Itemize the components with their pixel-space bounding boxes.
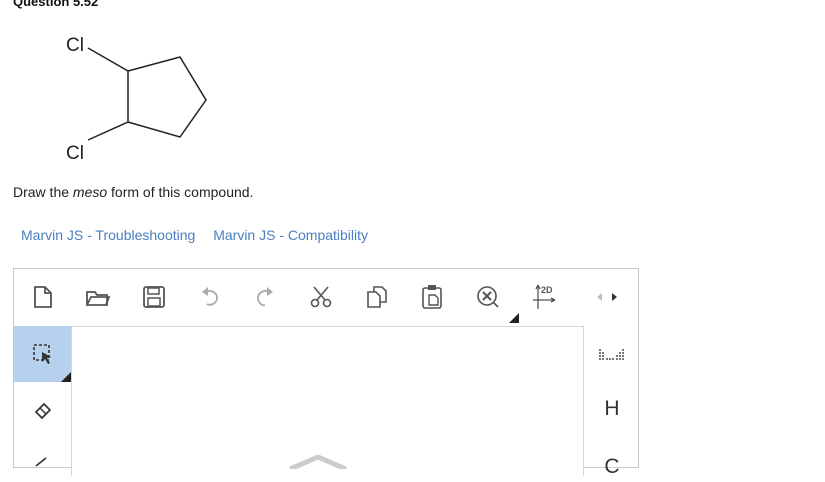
element-c-button[interactable]: C bbox=[585, 452, 639, 482]
question-prompt: Draw the meso form of this compound. bbox=[13, 184, 253, 200]
bond-tool-button[interactable] bbox=[14, 438, 71, 468]
paste-icon bbox=[422, 285, 442, 309]
periodic-table-icon bbox=[599, 349, 624, 360]
structure-image: Cl Cl bbox=[66, 35, 207, 164]
scroll-arrows-icon bbox=[597, 293, 617, 301]
paste-button[interactable] bbox=[416, 281, 448, 313]
cut-button[interactable] bbox=[305, 281, 337, 313]
eraser-icon bbox=[34, 402, 51, 420]
prompt-text-start: Draw the bbox=[13, 184, 73, 200]
clear-icon bbox=[477, 286, 499, 308]
copy-button[interactable] bbox=[361, 281, 393, 313]
chlorine-top-label: Cl bbox=[66, 35, 84, 56]
right-toolbar: H C bbox=[585, 326, 639, 478]
clear-button[interactable] bbox=[472, 281, 504, 313]
help-links: Marvin JS - Troubleshooting Marvin JS - … bbox=[21, 227, 382, 243]
toolbar-scroll[interactable] bbox=[593, 281, 621, 313]
redo-icon bbox=[256, 287, 273, 307]
clean-2d-button[interactable]: 2D bbox=[530, 281, 562, 313]
bond-icon bbox=[34, 457, 47, 467]
cyclopentane-ring bbox=[87, 47, 207, 141]
cut-icon bbox=[310, 286, 332, 308]
copy-icon bbox=[367, 286, 387, 308]
question-title: Question 5.52 bbox=[13, 0, 99, 9]
prompt-emphasis: meso bbox=[72, 184, 108, 200]
template-preview-icon bbox=[289, 455, 347, 469]
left-toolbar bbox=[14, 326, 71, 476]
redo-button[interactable] bbox=[249, 281, 281, 313]
clean-2d-icon: 2D bbox=[533, 284, 556, 309]
bond-cl-top bbox=[87, 47, 129, 72]
undo-button[interactable] bbox=[194, 281, 226, 313]
open-button[interactable] bbox=[82, 281, 114, 313]
element-h-button[interactable]: H bbox=[585, 394, 639, 424]
periodic-table-button[interactable] bbox=[585, 342, 639, 366]
new-document-button[interactable] bbox=[27, 281, 59, 313]
marvin-js-editor: 2D H C bbox=[13, 268, 639, 478]
eraser-tool-button[interactable] bbox=[14, 382, 71, 438]
selection-menu-indicator bbox=[61, 372, 71, 382]
prompt-text-end: form of this compound. bbox=[107, 184, 254, 200]
editor-toolbar: 2D bbox=[14, 269, 638, 327]
open-folder-icon bbox=[86, 291, 111, 306]
drawing-canvas[interactable] bbox=[71, 326, 584, 476]
undo-icon bbox=[202, 287, 219, 306]
new-document-icon bbox=[34, 286, 52, 308]
save-button[interactable] bbox=[138, 281, 170, 313]
clean-2d-label: 2D bbox=[541, 285, 553, 295]
compatibility-link[interactable]: Marvin JS - Compatibility bbox=[213, 227, 368, 243]
ring-bonds bbox=[127, 56, 207, 138]
selection-icon bbox=[32, 344, 51, 364]
clear-menu-indicator bbox=[509, 313, 519, 323]
troubleshooting-link[interactable]: Marvin JS - Troubleshooting bbox=[21, 227, 195, 243]
chlorine-bottom-label: Cl bbox=[66, 143, 84, 164]
save-icon bbox=[143, 286, 165, 308]
bond-cl-bottom bbox=[87, 121, 129, 141]
